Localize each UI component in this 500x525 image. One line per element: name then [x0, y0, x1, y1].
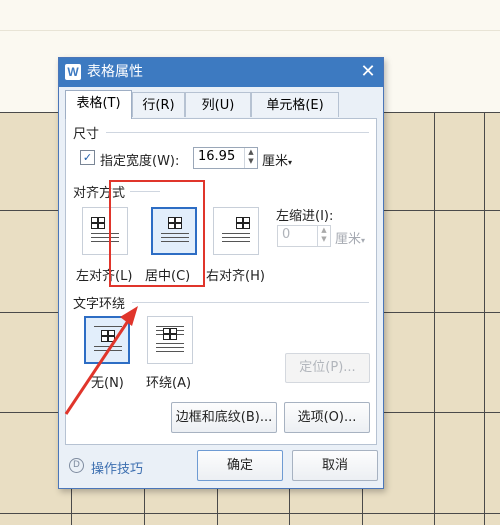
tab-table[interactable]: 表格(T): [65, 90, 132, 119]
annotation-arrow-icon: [64, 306, 138, 415]
